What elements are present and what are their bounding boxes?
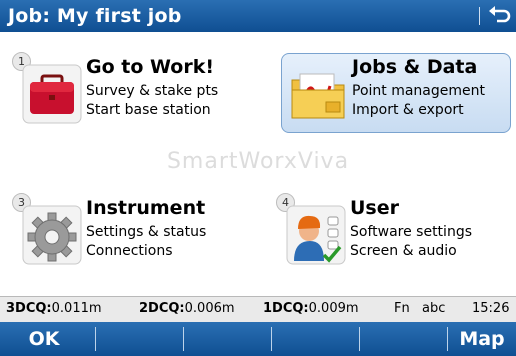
softkey-f4[interactable] bbox=[272, 322, 358, 356]
ok-button[interactable]: OK bbox=[0, 322, 88, 356]
menu-description-line-2: Start base station bbox=[86, 102, 211, 118]
briefcase-icon bbox=[22, 64, 82, 124]
dcq3-label: 3DCQ: bbox=[6, 301, 52, 316]
user-settings-icon bbox=[286, 205, 346, 265]
dcq1-readout: 1DCQ:0.009m bbox=[263, 301, 359, 316]
menu-title: Jobs & Data bbox=[352, 56, 478, 78]
softkey-f2[interactable] bbox=[96, 322, 182, 356]
softkey-f3[interactable] bbox=[184, 322, 270, 356]
menu-tile-jobs-and-data[interactable]: Jobs & Data Point management Import & ex… bbox=[281, 53, 511, 133]
dcq1-label: 1DCQ: bbox=[263, 301, 309, 316]
back-arrow-icon[interactable] bbox=[486, 2, 514, 30]
menu-tile-instrument[interactable]: 3 Instrument Settings & status Connectio… bbox=[12, 193, 242, 275]
menu-tile-user[interactable]: 4 User Software settings Screen & audio bbox=[276, 193, 506, 275]
dcq2-readout: 2DCQ:0.006m bbox=[139, 301, 235, 316]
dcq1-value: 0.009m bbox=[308, 301, 359, 316]
menu-description-line-2: Import & export bbox=[352, 102, 464, 118]
map-button[interactable]: Map bbox=[448, 322, 516, 356]
gear-icon bbox=[22, 205, 82, 265]
menu-description-line-2: Screen & audio bbox=[350, 243, 457, 259]
menu-title: Go to Work! bbox=[86, 56, 215, 78]
dcq3-value: 0.011m bbox=[51, 301, 102, 316]
title-bar: Job: My first job bbox=[0, 0, 516, 32]
menu-description-line-2: Connections bbox=[86, 243, 173, 259]
softkey-bar: OK Map bbox=[0, 322, 516, 356]
menu-description-line-1: Settings & status bbox=[86, 224, 207, 240]
input-mode-indicator: abc bbox=[422, 301, 446, 316]
status-bar: 3DCQ:0.011m 2DCQ:0.006m 1DCQ:0.009m Fn a… bbox=[0, 296, 516, 322]
clock: 15:26 bbox=[472, 301, 510, 316]
dcq3-readout: 3DCQ:0.011m bbox=[6, 301, 102, 316]
menu-description-line-1: Point management bbox=[352, 83, 485, 99]
main-menu: 1 Go to Work! Survey & stake pts Start b… bbox=[0, 32, 516, 296]
menu-description-line-1: Software settings bbox=[350, 224, 472, 240]
dcq2-label: 2DCQ: bbox=[139, 301, 185, 316]
folder-data-icon bbox=[291, 73, 345, 119]
fn-indicator: Fn bbox=[394, 301, 410, 316]
page-title: Job: My first job bbox=[8, 5, 182, 27]
product-logo-watermark: SmartWorxViva bbox=[166, 149, 350, 174]
menu-description-line-1: Survey & stake pts bbox=[86, 83, 219, 99]
menu-tile-go-to-work[interactable]: 1 Go to Work! Survey & stake pts Start b… bbox=[12, 52, 242, 134]
menu-title: Instrument bbox=[86, 197, 206, 219]
title-divider bbox=[479, 7, 480, 25]
softkey-f5[interactable] bbox=[360, 322, 446, 356]
dcq2-value: 0.006m bbox=[184, 301, 235, 316]
menu-title: User bbox=[350, 197, 399, 219]
